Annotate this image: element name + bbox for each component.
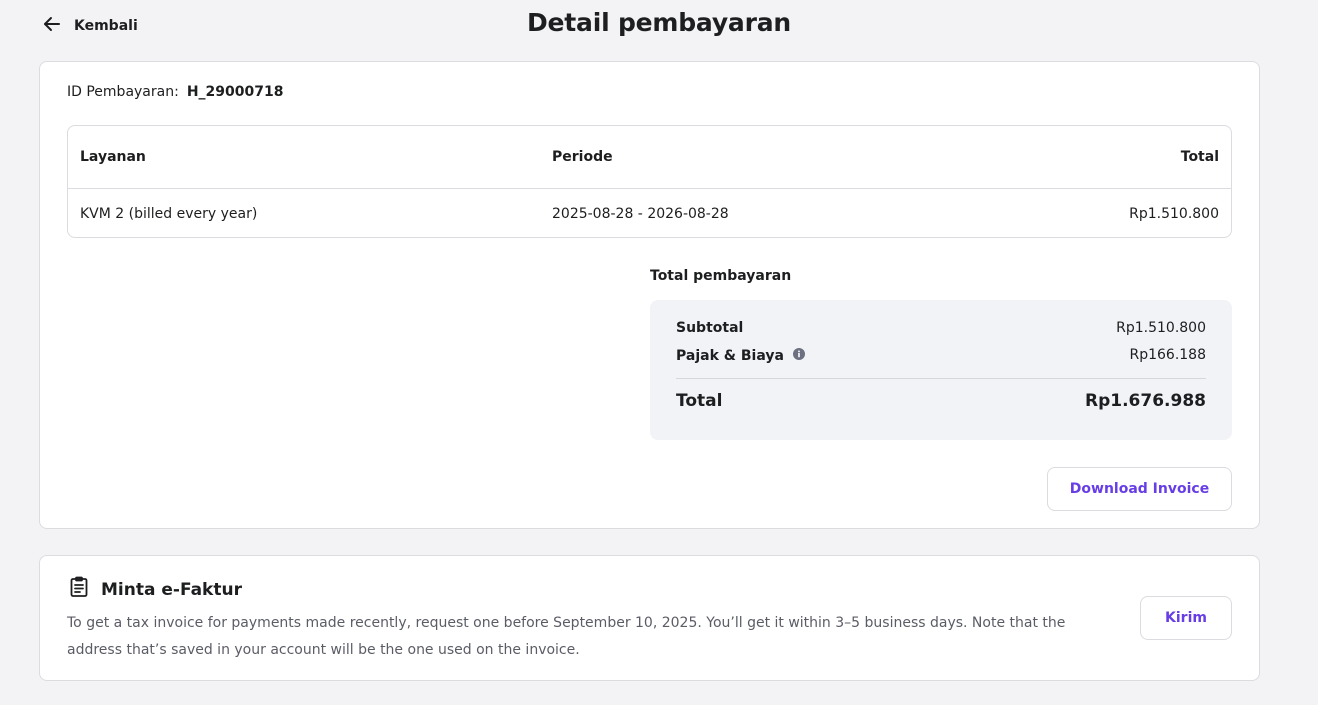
clipboard-icon [67, 575, 91, 604]
table-header-row: Layanan Periode Total [68, 126, 1231, 189]
summary-heading: Total pembayaran [650, 268, 792, 284]
tax-value: Rp166.188 [1129, 347, 1206, 363]
summary-divider [676, 378, 1206, 379]
download-invoice-button[interactable]: Download Invoice [1047, 467, 1232, 511]
e-faktur-card: Minta e-Faktur To get a tax invoice for … [39, 555, 1260, 681]
subtotal-label: Subtotal [676, 320, 744, 336]
info-icon[interactable] [792, 347, 806, 365]
send-button[interactable]: Kirim [1140, 596, 1232, 640]
payment-id-value: H_29000718 [186, 84, 284, 100]
subtotal-value: Rp1.510.800 [1116, 320, 1206, 336]
tax-row: Pajak & Biaya Rp166.188 [676, 347, 1206, 365]
e-faktur-description: To get a tax invoice for payments made r… [67, 615, 1066, 658]
e-faktur-header: Minta e-Faktur [67, 575, 242, 604]
page-title: Detail pembayaran [526, 8, 792, 37]
table-row: KVM 2 (billed every year) 2025-08-28 - 2… [68, 189, 1231, 238]
service-name: KVM 2 (billed every year) [80, 205, 258, 222]
payment-detail-card: ID Pembayaran: H_29000718 Layanan Period… [39, 61, 1260, 529]
column-header-service: Layanan [80, 149, 146, 165]
e-faktur-title: Minta e-Faktur [101, 579, 242, 600]
payment-id-label: ID Pembayaran: [67, 84, 179, 100]
total-row: Total Rp1.676.988 [676, 391, 1206, 411]
subtotal-row: Subtotal Rp1.510.800 [676, 320, 1206, 336]
page-header: Kembali Detail pembayaran [0, 0, 1318, 52]
service-period: 2025-08-28 - 2026-08-28 [552, 205, 729, 222]
tax-label-group: Pajak & Biaya [676, 347, 806, 365]
service-total: Rp1.510.800 [1129, 205, 1219, 222]
column-header-period: Periode [552, 149, 613, 165]
column-header-total: Total [1180, 149, 1219, 165]
services-table: Layanan Periode Total KVM 2 (billed ever… [67, 125, 1232, 238]
payment-summary: Subtotal Rp1.510.800 Pajak & Biaya Rp166… [650, 300, 1232, 440]
total-label: Total [676, 391, 723, 411]
tax-label: Pajak & Biaya [676, 348, 784, 364]
payment-id: ID Pembayaran: H_29000718 [67, 84, 283, 100]
total-value: Rp1.676.988 [1085, 391, 1206, 411]
